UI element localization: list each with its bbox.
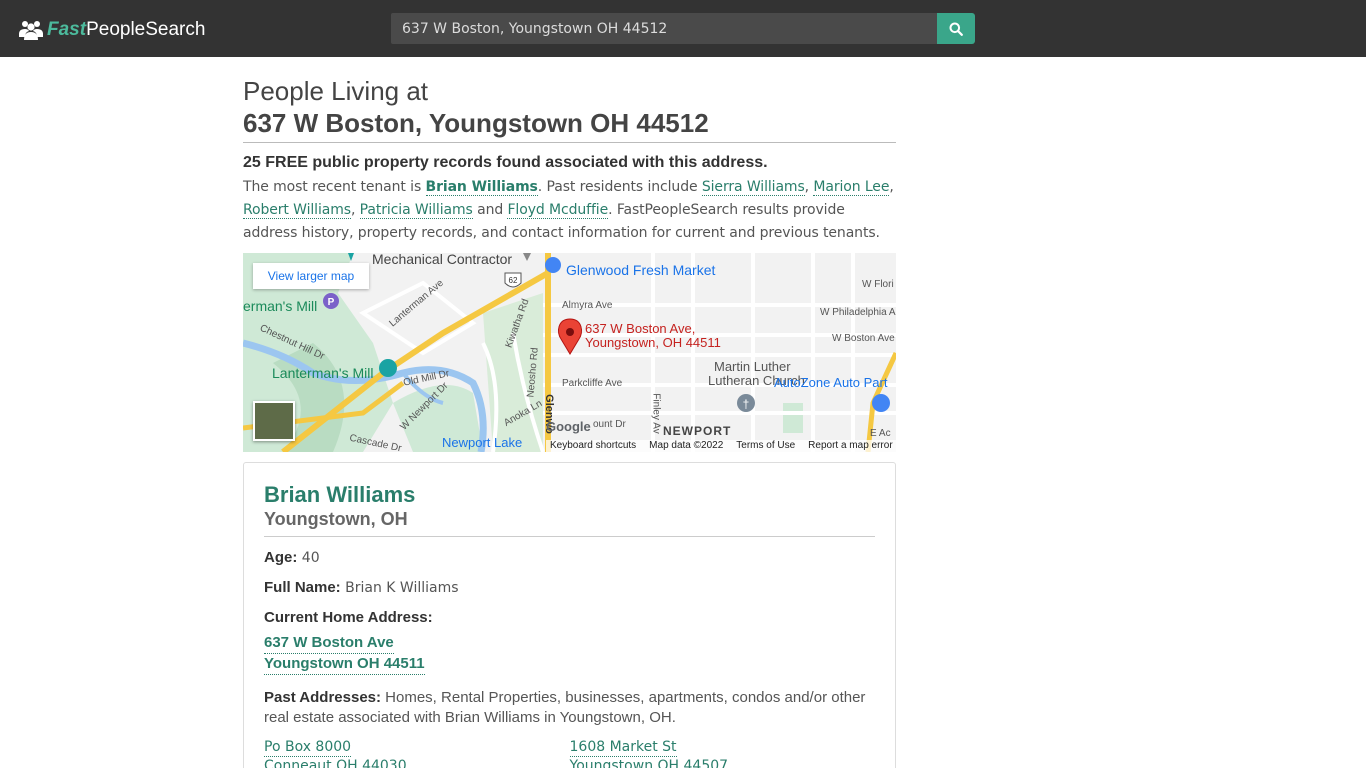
embedded-map[interactable]: 62 P † Mechanical Contractor Glenwood Fr… (243, 253, 896, 452)
age-row: Age: 40 (264, 549, 875, 567)
person-card: Brian Williams Youngstown, OH Age: 40 Fu… (243, 462, 896, 768)
place-newport: NEWPORT (663, 424, 732, 438)
full-name-value: Brian K Williams (345, 580, 459, 596)
people-group-icon (19, 21, 43, 40)
past-addresses-label: Past Addresses: (264, 689, 381, 706)
age-label: Age: (264, 549, 298, 566)
pin-label-line1: 637 W Boston Ave, (585, 321, 696, 336)
place-mlk-church-line1: Martin Luther (714, 359, 791, 374)
page-title: 637 W Boston, Youngstown OH 44512 (243, 106, 896, 143)
search-input[interactable] (391, 13, 937, 44)
search-icon (949, 22, 963, 36)
svg-text:†: † (743, 397, 750, 411)
svg-text:P: P (328, 297, 335, 308)
age-value: 40 (301, 550, 320, 566)
full-name-label: Full Name: (264, 579, 341, 596)
separator: , (350, 202, 360, 218)
separator: , (889, 179, 894, 195)
address-summary: The most recent tenant is Brian Williams… (243, 176, 896, 245)
search-button[interactable] (937, 13, 975, 44)
street-finley: Finley Av (650, 393, 662, 434)
resident-link[interactable]: Floyd Mcduffie (507, 202, 608, 219)
place-lantermans-mill-top: erman's Mill (243, 298, 318, 314)
records-count: 25 FREE public property records found as… (243, 154, 768, 171)
resident-link[interactable]: Sierra Williams (701, 179, 805, 196)
location-pin (557, 318, 583, 355)
resident-link[interactable]: Robert Williams (243, 202, 351, 219)
map-footer: Keyboard shortcuts Map data ©2022 Terms … (546, 440, 896, 452)
street-e-ac: E Ac (870, 428, 891, 439)
report-map-error-link[interactable]: Report a map error (808, 440, 892, 452)
past-address-line1[interactable]: 1608 Market St (569, 738, 677, 757)
person-name-link[interactable]: Brian Williams (264, 482, 875, 508)
separator: and (472, 202, 508, 218)
street-almyra: Almyra Ave (562, 300, 613, 311)
street-count-dr: ount Dr (593, 419, 626, 430)
street-philadelphia: W Philadelphia A (820, 307, 896, 318)
street-florida: W Flori (862, 279, 894, 290)
place-autozone: AutoZone Auto Part (774, 375, 888, 390)
place-glenwood-fresh-market: Glenwood Fresh Market (566, 262, 716, 278)
summary-text: The most recent tenant is (243, 179, 426, 195)
terms-of-use-link[interactable]: Terms of Use (736, 440, 795, 452)
home-address-link[interactable]: 637 W Boston Ave Youngstown OH 44511 (264, 633, 875, 675)
street-boston: W Boston Ave (832, 333, 895, 344)
top-navbar: Fast PeopleSearch (0, 0, 1366, 57)
place-lantermans-mill: Lanterman's Mill (272, 365, 374, 381)
home-address-row: Current Home Address: (264, 609, 875, 627)
summary-text: . Past residents include (537, 179, 702, 195)
main-content: People Living at 637 W Boston, Youngstow… (243, 57, 896, 768)
map-data-text: Map data ©2022 (649, 440, 724, 451)
route-label: 62 (509, 276, 518, 285)
place-mechanical-contractor: Mechanical Contractor (372, 253, 513, 267)
keyboard-shortcuts-link[interactable]: Keyboard shortcuts (550, 440, 636, 452)
site-logo[interactable]: Fast PeopleSearch (19, 17, 205, 43)
logo-text-peoplesearch: PeopleSearch (86, 19, 206, 40)
resident-link[interactable]: Marion Lee (813, 179, 889, 196)
satellite-toggle[interactable] (253, 401, 295, 441)
past-address-line1[interactable]: Po Box 8000 (264, 738, 352, 757)
view-larger-map-link[interactable]: View larger map (253, 263, 369, 289)
google-logo: Google (546, 419, 591, 434)
past-addresses-list: Po Box 8000 Conneaut OH 44030 1608 Marke… (264, 738, 875, 768)
past-address-item[interactable]: 1608 Market St Youngstown OH 44507 (569, 738, 876, 768)
home-address-line1[interactable]: 637 W Boston Ave (264, 633, 394, 654)
logo-text-fast: Fast (47, 19, 87, 40)
home-address-label: Current Home Address: (264, 609, 433, 626)
past-address-line2[interactable]: Youngstown OH 44507 (570, 757, 729, 768)
past-addresses-description: Past Addresses: Homes, Rental Properties… (264, 688, 875, 728)
pin-label-line2: Youngstown, OH 44511 (585, 335, 721, 350)
place-newport-lake: Newport Lake (442, 435, 523, 450)
street-parkcliffe: Parkcliffe Ave (562, 378, 623, 389)
past-address-item[interactable]: Po Box 8000 Conneaut OH 44030 (264, 738, 570, 768)
recent-tenant-link[interactable]: Brian Williams (425, 179, 538, 196)
page-subtitle: People Living at (243, 76, 429, 106)
past-address-line2[interactable]: Conneaut OH 44030 (264, 757, 407, 768)
person-location: Youngstown, OH (264, 508, 875, 537)
resident-link[interactable]: Patricia Williams (359, 202, 473, 219)
home-address-line2[interactable]: Youngstown OH 44511 (264, 654, 425, 675)
full-name-row: Full Name: Brian K Williams (264, 579, 875, 597)
search-form (391, 13, 975, 44)
